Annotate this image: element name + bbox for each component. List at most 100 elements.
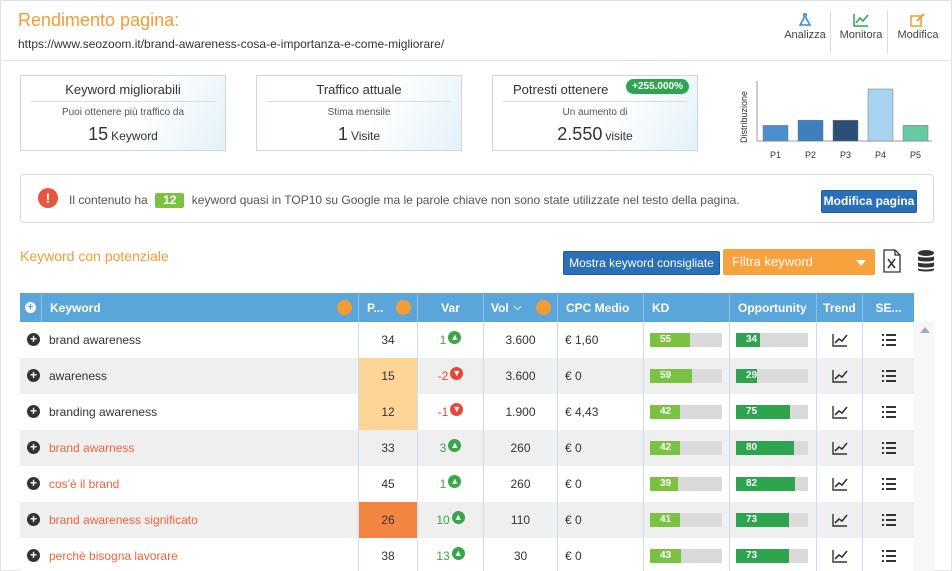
card-value: 1 xyxy=(337,124,348,144)
column-header-opportunity[interactable]: Opportunity xyxy=(730,293,817,322)
opportunity-value: 29 xyxy=(746,370,758,381)
trend-cell[interactable] xyxy=(817,358,863,394)
serp-list-icon[interactable] xyxy=(881,441,897,455)
column-header-trend[interactable]: Trend xyxy=(817,293,863,322)
monitor-button[interactable]: Monitora xyxy=(837,13,885,53)
excel-export-icon[interactable] xyxy=(882,249,902,273)
kd-cell: 59 xyxy=(644,358,730,394)
edit-page-button[interactable]: Modifica pagina xyxy=(821,190,917,213)
keyword-cell[interactable]: brand awareness significato xyxy=(20,502,359,538)
sort-desc-icon: ⌵ xyxy=(513,302,522,313)
opportunity-bar: 82 xyxy=(736,477,808,491)
trend-cell[interactable] xyxy=(817,322,863,358)
trend-chart-icon[interactable] xyxy=(831,369,848,383)
table-row[interactable]: + perchè bisogna lavorare 38 13 ▲ 30 € 0 43 73 xyxy=(20,538,914,571)
column-header-volume[interactable]: Vol ⌵ xyxy=(484,293,558,322)
header-expand-cell[interactable]: + xyxy=(20,293,42,322)
scrollbar[interactable] xyxy=(914,321,934,571)
trend-chart-icon[interactable] xyxy=(831,513,848,527)
cpc-cell: € 0 xyxy=(558,430,644,466)
column-header-kd[interactable]: KD xyxy=(644,293,730,322)
card-unit: visite xyxy=(605,129,633,143)
opportunity-cell: 73 xyxy=(730,502,817,538)
trend-chart-icon[interactable] xyxy=(831,441,848,455)
table-row[interactable]: + brand awareness significato 26 10 ▲ 110 € 04… xyxy=(20,502,914,538)
variation-cell: -1 ▼ xyxy=(418,394,484,430)
edit-button[interactable]: Modifica xyxy=(894,13,942,53)
column-header-keyword[interactable]: Keyword xyxy=(42,293,359,322)
column-header-position[interactable]: P... xyxy=(359,293,418,322)
kd-bar-fill xyxy=(650,369,693,383)
analyze-button[interactable]: Analizza xyxy=(781,13,829,53)
opportunity-bar-fill xyxy=(736,405,790,419)
header-label: Keyword xyxy=(50,300,101,315)
serp-cell[interactable] xyxy=(863,502,914,538)
chart-tick-label: P5 xyxy=(910,150,921,160)
kd-bar: 42 xyxy=(650,441,722,455)
serp-list-icon[interactable] xyxy=(881,477,897,491)
column-header-var[interactable]: Var xyxy=(418,293,484,322)
serp-cell[interactable] xyxy=(863,466,914,502)
arrow-down-icon: ▼ xyxy=(450,402,464,416)
table-row[interactable]: + cos'è il brand 45 1 ▲ 260 € 0 39 82 xyxy=(20,466,914,502)
kd-cell: 55 xyxy=(644,322,730,358)
kd-bar: 41 xyxy=(650,513,722,527)
card-value: 15 xyxy=(88,124,109,144)
header-label: P... xyxy=(367,300,384,315)
trend-chart-icon[interactable] xyxy=(831,333,848,347)
serp-list-icon[interactable] xyxy=(881,333,897,347)
serp-list-icon[interactable] xyxy=(881,405,897,419)
expand-all-icon: + xyxy=(25,302,36,313)
card-divider xyxy=(267,101,451,102)
table-row[interactable]: + brand awareness 34 1 ▲ 3.600 € 1,60 55 34 xyxy=(20,322,914,358)
card-current-traffic: Traffico attuale Stima mensile 1 Visite xyxy=(256,75,462,151)
show-suggested-keywords-button[interactable]: Mostra keyword consigliate xyxy=(563,251,720,275)
column-header-cpc[interactable]: CPC Medio xyxy=(558,293,644,322)
filter-keywords-dropdown[interactable]: Filtra keyword xyxy=(723,249,875,275)
trend-cell[interactable] xyxy=(817,430,863,466)
alert-icon: ! xyxy=(38,188,58,208)
serp-list-icon[interactable] xyxy=(881,549,897,563)
table-row[interactable]: + branding awareness 12 -1 ▼ 1.900 € 4,43 42 75 xyxy=(20,394,914,430)
serp-cell[interactable] xyxy=(863,430,914,466)
keyword-cell[interactable]: cos'è il brand xyxy=(20,466,359,502)
chart-line-icon xyxy=(853,14,869,27)
chevron-down-icon xyxy=(856,260,866,266)
trend-chart-icon[interactable] xyxy=(831,549,848,563)
variation-value: -2 xyxy=(437,369,449,383)
column-header-serp[interactable]: SE... xyxy=(863,293,914,322)
kd-bar: 42 xyxy=(650,405,722,419)
page-url[interactable]: https://www.seozoom.it/brand-awareness-c… xyxy=(18,37,444,51)
trend-cell[interactable] xyxy=(817,538,863,571)
serp-list-icon[interactable] xyxy=(881,513,897,527)
scroll-up-arrow[interactable] xyxy=(920,327,930,333)
table-row[interactable]: + awareness 15 -2 ▼ 3.600 € 0 59 29 xyxy=(20,358,914,394)
arrow-up-icon: ▲ xyxy=(451,546,465,560)
trend-cell[interactable] xyxy=(817,466,863,502)
filter-icon[interactable] xyxy=(396,300,411,315)
header-label: CPC Medio xyxy=(566,300,630,315)
volume-cell: 260 xyxy=(484,466,558,502)
trend-chart-icon[interactable] xyxy=(831,405,848,419)
filter-icon[interactable] xyxy=(337,300,352,315)
serp-cell[interactable] xyxy=(863,322,914,358)
filter-icon[interactable] xyxy=(536,300,551,315)
kd-cell: 42 xyxy=(644,394,730,430)
keyword-cell: awareness xyxy=(20,358,359,394)
database-icon[interactable] xyxy=(916,249,936,273)
serp-list-icon[interactable] xyxy=(881,369,897,383)
serp-cell[interactable] xyxy=(863,394,914,430)
serp-cell[interactable] xyxy=(863,358,914,394)
keyword-cell[interactable]: brand awarness xyxy=(20,430,359,466)
trend-cell[interactable] xyxy=(817,394,863,430)
cpc-cell: € 0 xyxy=(558,502,644,538)
serp-cell[interactable] xyxy=(863,538,914,571)
keyword-cell[interactable]: perchè bisogna lavorare xyxy=(20,538,359,571)
trend-chart-icon[interactable] xyxy=(831,477,848,491)
trend-cell[interactable] xyxy=(817,502,863,538)
edit-icon xyxy=(910,13,925,27)
opportunity-bar-fill xyxy=(736,513,789,527)
card-subtitle: Un aumento di xyxy=(562,107,628,118)
table-row[interactable]: + brand awarness 33 3 ▲ 260 € 0 42 80 xyxy=(20,430,914,466)
edit-label: Modifica xyxy=(897,29,939,41)
